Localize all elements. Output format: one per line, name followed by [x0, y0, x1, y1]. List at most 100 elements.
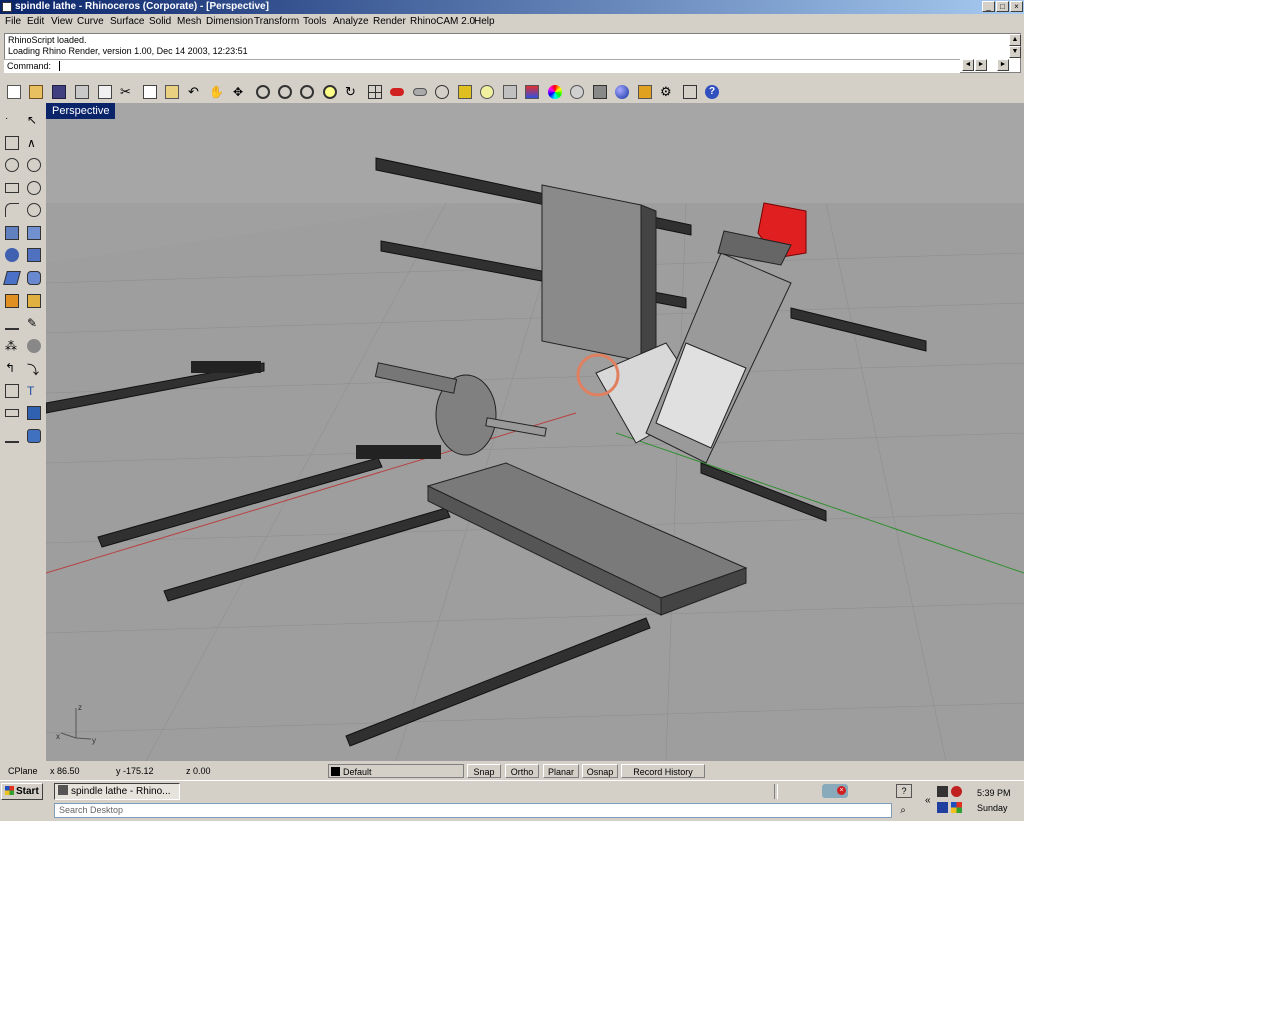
flag-icon[interactable]: [635, 83, 655, 102]
menu-edit[interactable]: Edit: [27, 16, 44, 27]
start-button[interactable]: Start: [1, 783, 43, 800]
menu-file[interactable]: File: [5, 16, 21, 27]
sphere-render-icon[interactable]: [612, 83, 632, 102]
four-viewports-icon[interactable]: [365, 83, 385, 102]
surface-icon[interactable]: [2, 223, 22, 243]
render-tool-icon[interactable]: [24, 426, 44, 446]
menu-surface[interactable]: Surface: [110, 16, 144, 27]
scale-icon[interactable]: [2, 381, 22, 401]
solid-edit-icon[interactable]: [24, 291, 44, 311]
shaded-icon[interactable]: [567, 83, 587, 102]
dimension-icon[interactable]: [2, 403, 22, 423]
color-wheel-icon[interactable]: [545, 83, 565, 102]
undo-view-icon[interactable]: ↻: [342, 83, 362, 102]
desktop-search-input[interactable]: Search Desktop: [54, 803, 892, 818]
maximize-button[interactable]: □: [996, 1, 1009, 12]
minimize-button[interactable]: _: [982, 1, 995, 12]
history-scroll-down[interactable]: ▼: [1009, 46, 1021, 58]
help-tray-icon[interactable]: ?: [896, 784, 912, 798]
curve-icon[interactable]: ∧: [24, 133, 44, 153]
zoom-extents-icon[interactable]: [297, 83, 317, 102]
gear-icon[interactable]: ⚙: [657, 83, 677, 102]
lock-icon[interactable]: [500, 83, 520, 102]
point-icon[interactable]: ·: [2, 110, 22, 130]
help-icon[interactable]: ?: [702, 83, 722, 102]
command-prompt[interactable]: Command:: [4, 59, 960, 73]
cut-icon[interactable]: ✂: [117, 83, 137, 102]
ortho-toggle[interactable]: Ortho: [505, 764, 539, 778]
transform-icon[interactable]: T: [24, 381, 44, 401]
options-icon[interactable]: [680, 83, 700, 102]
print-icon[interactable]: [72, 83, 92, 102]
osnap-toggle[interactable]: Osnap: [582, 764, 618, 778]
zoom-dynamic-icon[interactable]: [275, 83, 295, 102]
boolean-icon[interactable]: [2, 291, 22, 311]
extrude-icon[interactable]: [2, 268, 22, 288]
render-preview-icon[interactable]: [590, 83, 610, 102]
command-scroll-end[interactable]: ►: [997, 59, 1009, 71]
ellipse-icon[interactable]: [24, 178, 44, 198]
menu-curve[interactable]: Curve: [77, 16, 104, 27]
clock-time[interactable]: 5:39 PM: [977, 788, 1011, 798]
rhino-app-icon[interactable]: [2, 2, 12, 12]
snap-toggle[interactable]: Snap: [467, 764, 501, 778]
polygon-icon[interactable]: [24, 200, 44, 220]
fillet-icon[interactable]: [2, 200, 22, 220]
array-icon[interactable]: ↰: [2, 358, 22, 378]
arc-icon[interactable]: [24, 155, 44, 175]
close-button[interactable]: ×: [1010, 1, 1023, 12]
paste-icon[interactable]: [162, 83, 182, 102]
circle-icon[interactable]: [2, 155, 22, 175]
menu-help[interactable]: Help: [474, 16, 495, 27]
menu-tools[interactable]: Tools: [303, 16, 326, 27]
new-file-icon[interactable]: [4, 83, 24, 102]
offset-icon[interactable]: ⤵: [24, 358, 44, 378]
menu-view[interactable]: View: [51, 16, 73, 27]
title-bar[interactable]: spindle lathe - Rhinoceros (Corporate) -…: [0, 0, 1024, 14]
group-icon[interactable]: ⁂: [2, 336, 22, 356]
command-scroll-right[interactable]: ►: [975, 59, 987, 71]
command-scroll-left[interactable]: ◄: [962, 59, 974, 71]
menu-mesh[interactable]: Mesh: [177, 16, 201, 27]
viewport-title[interactable]: Perspective: [46, 103, 116, 119]
light-icon[interactable]: [477, 83, 497, 102]
open-icon[interactable]: [26, 83, 46, 102]
zoom-window-icon[interactable]: [253, 83, 273, 102]
nurbs-surface-icon[interactable]: [24, 223, 44, 243]
menu-dimension[interactable]: Dimension: [206, 16, 253, 27]
record-history-toggle[interactable]: Record History: [621, 764, 705, 778]
menu-transform[interactable]: Transform: [254, 16, 299, 27]
trim-icon[interactable]: ✎: [24, 313, 44, 333]
windows-update-icon[interactable]: [951, 802, 962, 813]
render-icon[interactable]: [24, 403, 44, 423]
antivirus-icon[interactable]: [951, 786, 962, 797]
menu-analyze[interactable]: Analyze: [333, 16, 369, 27]
volume-icon[interactable]: [937, 802, 948, 813]
split-icon[interactable]: [2, 313, 22, 333]
save-icon[interactable]: [49, 83, 69, 102]
tray-app-icon[interactable]: ×: [822, 784, 848, 798]
explode-icon[interactable]: [24, 336, 44, 356]
sphere-icon[interactable]: [2, 245, 22, 265]
osnap-icon[interactable]: [432, 83, 452, 102]
cylinder-icon[interactable]: [24, 268, 44, 288]
menu-rhinocam[interactable]: RhinoCAM 2.0: [410, 16, 475, 27]
planar-toggle[interactable]: Planar: [543, 764, 579, 778]
box-icon[interactable]: [24, 245, 44, 265]
select-icon[interactable]: ↖: [24, 110, 44, 130]
rectangle-icon[interactable]: [2, 178, 22, 198]
menu-solid[interactable]: Solid: [149, 16, 171, 27]
move-icon[interactable]: [455, 83, 475, 102]
status-layer[interactable]: Default: [328, 764, 464, 778]
car-icon[interactable]: [387, 83, 407, 102]
copy-icon[interactable]: [140, 83, 160, 102]
pan-icon[interactable]: ✋: [206, 83, 226, 102]
undo-icon[interactable]: ↶: [185, 83, 205, 102]
layer-icon[interactable]: [522, 83, 542, 102]
network-icon[interactable]: [937, 786, 948, 797]
car-outline-icon[interactable]: [410, 83, 430, 102]
taskbar-rhino-item[interactable]: spindle lathe - Rhino...: [54, 783, 180, 800]
history-scroll-up[interactable]: ▲: [1009, 34, 1021, 46]
menu-render[interactable]: Render: [373, 16, 406, 27]
import-icon[interactable]: [95, 83, 115, 102]
